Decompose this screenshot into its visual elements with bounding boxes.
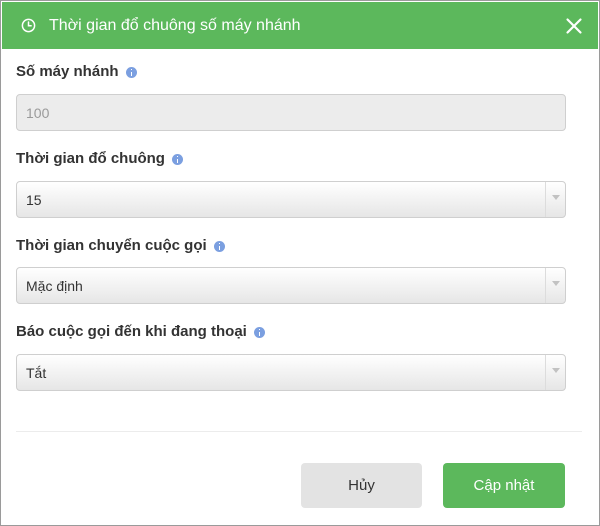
info-icon[interactable] [171, 153, 183, 165]
extension-label-text: Số máy nhánh [16, 63, 119, 80]
cancel-button[interactable]: Hủy [301, 463, 422, 508]
info-icon[interactable] [125, 66, 137, 78]
forward-time-value: Mặc định [26, 277, 83, 294]
info-icon[interactable] [213, 240, 225, 252]
forward-time-label: Thời gian chuyển cuộc gọi [16, 237, 225, 255]
extension-label: Số máy nhánh [16, 63, 137, 81]
call-waiting-label: Báo cuộc gọi đến khi đang thoại [16, 323, 265, 341]
forward-time-select[interactable]: Mặc định [16, 267, 566, 304]
ring-time-select[interactable]: 15 [16, 181, 566, 218]
dialog-header: Thời gian đổ chuông số máy nhánh [2, 2, 598, 49]
ring-time-label-text: Thời gian đổ chuông [16, 150, 165, 167]
chevron-down-icon[interactable] [545, 355, 565, 390]
chevron-down-icon[interactable] [545, 268, 565, 303]
dialog-title: Thời gian đổ chuông số máy nhánh [49, 17, 301, 34]
ring-time-dialog: Thời gian đổ chuông số máy nhánh Số máy … [0, 0, 600, 526]
extension-input: 100 [16, 94, 566, 131]
close-icon[interactable] [564, 16, 584, 36]
extension-value: 100 [26, 104, 50, 121]
call-waiting-value: Tắt [26, 364, 47, 381]
info-icon[interactable] [253, 326, 265, 338]
clock-icon [21, 18, 36, 33]
call-waiting-label-text: Báo cuộc gọi đến khi đang thoại [16, 323, 247, 340]
footer-divider [16, 431, 582, 432]
forward-time-label-text: Thời gian chuyển cuộc gọi [16, 237, 207, 254]
ring-time-label: Thời gian đổ chuông [16, 150, 183, 168]
ring-time-value: 15 [26, 191, 42, 208]
update-button[interactable]: Cập nhật [443, 463, 565, 508]
chevron-down-icon[interactable] [545, 182, 565, 217]
call-waiting-select[interactable]: Tắt [16, 354, 566, 391]
